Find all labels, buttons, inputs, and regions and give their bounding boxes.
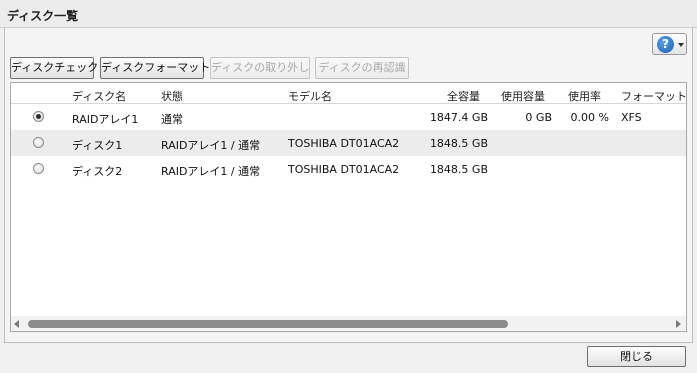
close-button[interactable]: 閉じる: [587, 346, 686, 367]
capacity-cell: 1847.4 GB: [429, 111, 488, 124]
disk-name-cell: RAIDアレイ1: [72, 113, 139, 126]
help-menu-button[interactable]: ?: [652, 33, 687, 55]
column-header-format[interactable]: フォーマット: [621, 88, 686, 104]
table-row[interactable]: ディスク1 RAIDアレイ1 / 通常 TOSHIBA DT01ACA2 184…: [11, 130, 686, 156]
used-cell: 0 GB: [525, 111, 552, 124]
status-cell: RAIDアレイ1 / 通常: [161, 139, 261, 152]
usage-cell: 0.00 %: [570, 111, 609, 124]
column-header-usage[interactable]: 使用率: [568, 88, 601, 104]
dialog-titlebar: ディスク一覧: [0, 0, 697, 28]
row-select-radio[interactable]: [33, 163, 44, 174]
scroll-right-icon[interactable]: [676, 320, 681, 328]
disk-rescan-button[interactable]: ディスクの再認識: [315, 57, 409, 79]
disk-remove-button[interactable]: ディスクの取り外し: [210, 57, 310, 79]
scrollbar-thumb[interactable]: [28, 320, 508, 328]
horizontal-scrollbar[interactable]: [11, 316, 686, 331]
row-select-radio[interactable]: [33, 111, 44, 122]
help-icon: ?: [657, 36, 674, 53]
model-cell: TOSHIBA DT01ACA2: [288, 137, 400, 150]
scroll-left-icon[interactable]: [14, 320, 19, 328]
table-header: ディスク名 状態 モデル名 全容量 使用容量 使用率 フォーマット: [11, 83, 686, 104]
disk-check-button[interactable]: ディスクチェック: [10, 57, 98, 79]
dialog-title: ディスク一覧: [7, 9, 79, 23]
chevron-down-icon: [678, 43, 684, 47]
capacity-cell: 1848.5 GB: [429, 163, 488, 176]
status-cell: 通常: [161, 113, 183, 126]
column-header-status[interactable]: 状態: [161, 88, 183, 104]
model-cell: TOSHIBA DT01ACA2: [288, 163, 400, 176]
status-cell: RAIDアレイ1 / 通常: [161, 165, 261, 178]
table-row[interactable]: ディスク2 RAIDアレイ1 / 通常 TOSHIBA DT01ACA2 184…: [11, 156, 686, 182]
disk-format-button[interactable]: ディスクフォーマット: [100, 57, 210, 79]
column-header-capacity[interactable]: 全容量: [411, 88, 480, 104]
disk-name-cell: ディスク1: [72, 139, 123, 152]
row-select-radio[interactable]: [33, 137, 44, 148]
table-row[interactable]: RAIDアレイ1 通常 1847.4 GB 0 GB 0.00 % XFS: [11, 104, 686, 130]
format-cell: XFS: [621, 111, 642, 124]
capacity-cell: 1848.5 GB: [429, 137, 488, 150]
column-header-model[interactable]: モデル名: [288, 88, 332, 104]
disk-name-cell: ディスク2: [72, 165, 123, 178]
disk-table: ディスク名 状態 モデル名 全容量 使用容量 使用率 フォーマット RAIDアレ…: [10, 82, 687, 332]
column-header-used[interactable]: 使用容量: [481, 88, 545, 104]
column-header-disk-name[interactable]: ディスク名: [72, 88, 126, 104]
